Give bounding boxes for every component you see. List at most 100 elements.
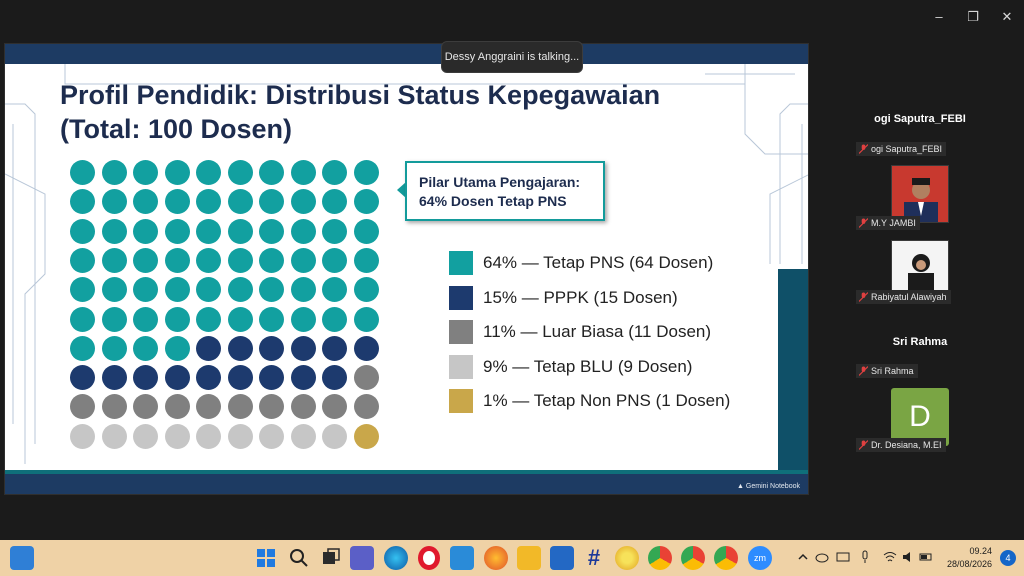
zoom-icon[interactable]: zm	[748, 546, 772, 570]
legend-label: 9% — Tetap BLU (9 Dosen)	[483, 356, 693, 376]
waffle-dot	[70, 218, 95, 244]
waffle-dot	[164, 277, 190, 303]
slide-title: Profil Pendidik: Distribusi Status Kepeg…	[60, 78, 750, 146]
waffle-dot	[322, 394, 347, 420]
waffle-dot	[353, 394, 379, 420]
participant-tag-3[interactable]: Rabiyatul Alawiyah	[856, 290, 951, 304]
waffle-dot	[290, 365, 316, 391]
waffle-dot	[227, 365, 253, 391]
clock-date: 28/08/2026	[946, 559, 992, 569]
waffle-dot	[133, 423, 158, 449]
waffle-dot	[70, 277, 95, 303]
participant-tag-2[interactable]: M.Y JAMBI	[856, 216, 920, 230]
waffle-dot	[101, 277, 127, 303]
participant-tag-4[interactable]: Sri Rahma	[856, 364, 918, 378]
system-clock[interactable]: 09.24 28/08/2026	[940, 545, 992, 571]
notification-badge[interactable]: 4	[1000, 550, 1016, 566]
waffle-chart	[70, 160, 400, 452]
waffle-dot	[101, 160, 127, 185]
waffle-dot	[70, 394, 95, 420]
notepad-icon[interactable]: #	[582, 546, 606, 570]
word-icon[interactable]	[550, 546, 574, 570]
waffle-dot	[196, 218, 221, 244]
speaker-icon[interactable]	[901, 550, 915, 564]
waffle-dot	[227, 247, 253, 273]
waffle-dot	[101, 423, 127, 449]
microphone-icon[interactable]	[858, 550, 872, 564]
close-button[interactable]: ✕	[990, 8, 1024, 26]
mic-muted-icon	[859, 440, 868, 450]
waffle-dot	[227, 189, 253, 215]
waffle-dot	[70, 160, 95, 185]
waffle-dot	[259, 365, 284, 391]
task-view-icon[interactable]	[319, 546, 343, 570]
edge-icon[interactable]	[384, 546, 408, 570]
file-explorer-icon[interactable]	[517, 546, 541, 570]
restore-button[interactable]: ❐	[956, 8, 990, 26]
waffle-dot	[70, 335, 95, 361]
waffle-dot	[196, 335, 221, 361]
waffle-dot	[101, 218, 127, 244]
waffle-dot	[164, 365, 190, 391]
waffle-dot	[164, 306, 190, 332]
legend: 64% — Tetap PNS (64 Dosen) 15% — PPPK (15…	[449, 246, 769, 419]
waffle-dot	[164, 394, 190, 420]
waffle-dot	[290, 160, 316, 185]
minimize-button[interactable]: –	[922, 8, 956, 26]
participant-tag-1[interactable]: ogi Saputra_FEBI	[856, 142, 947, 156]
waffle-dot	[133, 277, 158, 303]
chrome-profile-2-icon[interactable]	[681, 546, 705, 570]
teams-icon[interactable]	[350, 546, 374, 570]
waffle-dot	[227, 394, 253, 420]
battery-icon[interactable]	[919, 550, 933, 564]
participant-name: Dr. Desiana, M.EI	[871, 440, 942, 450]
window-controls: – ❐ ✕	[922, 8, 1024, 26]
chrome-icon[interactable]	[648, 546, 672, 570]
wifi-icon[interactable]	[883, 550, 897, 564]
firefox-icon[interactable]	[484, 546, 508, 570]
waffle-dot	[133, 160, 158, 185]
mic-muted-icon	[859, 218, 868, 228]
waffle-dot	[290, 218, 316, 244]
keyboard-icon[interactable]	[836, 550, 850, 564]
cloud-icon[interactable]	[815, 550, 829, 564]
waffle-dot	[133, 394, 158, 420]
participant-tag-5[interactable]: Dr. Desiana, M.EI	[856, 438, 946, 452]
participant-video-1[interactable]	[891, 165, 949, 223]
widgets-icon[interactable]	[10, 546, 34, 570]
waffle-dot	[101, 394, 127, 420]
waffle-dot	[227, 160, 253, 185]
legend-swatch	[449, 285, 473, 310]
legend-item: 9% — Tetap BLU (9 Dosen)	[449, 350, 769, 385]
search-icon[interactable]	[287, 546, 311, 570]
waffle-dot	[227, 218, 253, 244]
legend-label: 1% — Tetap Non PNS (1 Dosen)	[483, 391, 731, 411]
waffle-dot	[290, 247, 316, 273]
waffle-dot	[353, 306, 379, 332]
waffle-dot	[322, 423, 347, 449]
gemini-notebook-mark: ▲ Gemini Notebook	[737, 483, 800, 490]
waffle-dot	[353, 335, 379, 361]
waffle-dot	[290, 335, 316, 361]
waffle-dot	[133, 247, 158, 273]
store-icon[interactable]	[450, 546, 474, 570]
waffle-dot	[164, 189, 190, 215]
chrome-profile-3-icon[interactable]	[714, 546, 738, 570]
waffle-dot	[70, 306, 95, 332]
mic-muted-icon	[859, 366, 868, 376]
chrome-canary-icon[interactable]	[615, 546, 639, 570]
waffle-dot	[353, 160, 379, 185]
waffle-dot	[290, 423, 316, 449]
waffle-dot	[259, 423, 284, 449]
waffle-dot	[164, 423, 190, 449]
legend-label: 11% — Luar Biasa (11 Dosen)	[483, 322, 712, 342]
opera-icon[interactable]	[418, 546, 440, 570]
chevron-up-icon[interactable]	[796, 550, 810, 564]
participant-heading-1: ogi Saputra_FEBI	[874, 113, 966, 125]
waffle-dot	[227, 335, 253, 361]
legend-swatch	[449, 320, 473, 345]
waffle-dot	[101, 335, 127, 361]
legend-label: 15% — PPPK (15 Dosen)	[483, 287, 678, 307]
waffle-dot	[322, 247, 347, 273]
windows-start-icon[interactable]	[254, 546, 278, 570]
